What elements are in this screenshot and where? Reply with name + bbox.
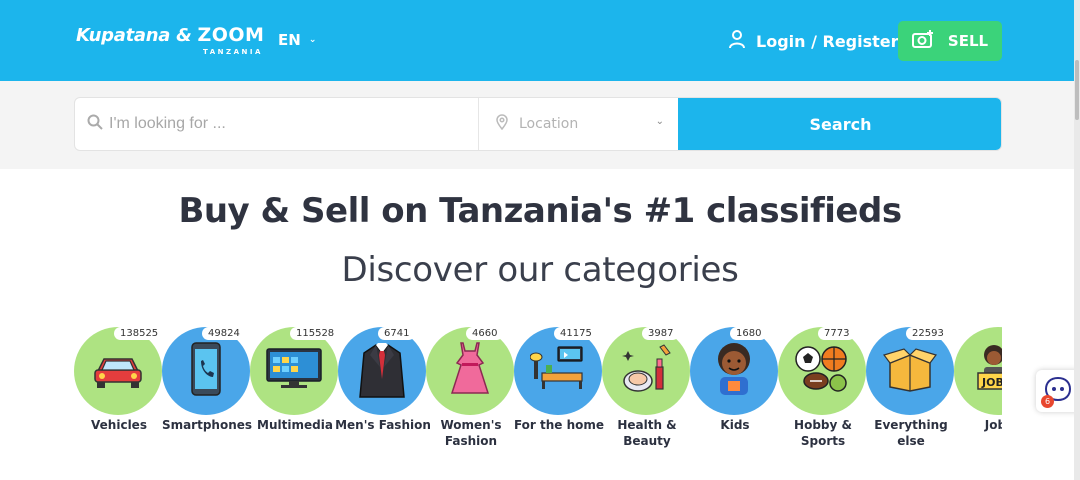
category-label: Kids [720,418,750,432]
category-circle [338,327,426,415]
search-band: Location ⌄ Search [0,81,1080,169]
child-icon [710,341,758,401]
top-bar: Kupatana & ZOOM TANZANIA EN ⌄ Login / Re… [0,0,1080,81]
brand-name-kupatana: Kupatana [76,25,171,46]
scrollbar-thumb[interactable] [1075,60,1079,120]
home-furniture-icon [529,345,586,397]
job-sign-icon: JOB [974,341,1002,401]
query-field[interactable] [75,98,479,150]
camera-plus-icon [911,29,934,53]
category-circle [250,327,338,415]
page-headline: Buy & Sell on Tanzania's #1 classifieds [178,191,902,231]
category-label: Health & Beauty [617,418,677,448]
suit-icon [358,339,406,403]
category-circle [690,327,778,415]
category-label: For the home [513,418,605,432]
listing-count-badge: 49824 [202,327,246,340]
search-box: Location ⌄ Search [74,97,1002,151]
sell-button[interactable]: SELL [898,21,1002,61]
smartphone-icon [186,341,226,401]
location-placeholder: Location [519,116,579,132]
listing-count-badge: 3987 [642,327,680,340]
category-circle: JOB [954,327,1002,415]
category-label: Jobs [984,418,1002,432]
page-subheadline: Discover our categories [341,250,739,290]
search-input[interactable] [109,115,469,133]
category-label: Smartphones [161,418,253,432]
login-register-label: Login / Register [756,31,899,51]
user-icon [728,29,746,53]
listing-count-badge: 4660 [466,327,504,340]
listing-count-badge: 115528 [290,327,341,340]
listing-count-badge: 7773 [818,327,856,340]
svg-text:JOB: JOB [981,376,1002,389]
category-label: Multimedia [257,418,333,432]
category-label: Men's Fashion [335,418,431,432]
category-circle [514,327,602,415]
brand-logo[interactable]: Kupatana & ZOOM [76,24,264,46]
category-circle [866,327,954,415]
listing-count-badge: 1680 [730,327,768,340]
location-select[interactable]: Location ⌄ [479,98,678,150]
location-pin-icon [495,114,509,134]
dress-icon [450,341,490,401]
category-carousel: 138525 Vehicles 49824 Smartphones 115528… [74,327,1002,477]
category-circle [162,327,250,415]
tv-icon [265,347,323,395]
language-label: EN [278,31,301,49]
listing-count-badge: 138525 [114,327,165,340]
cosmetics-icon [620,343,672,399]
category-label: Hobby & Sports [794,418,852,448]
chevron-down-icon: ⌄ [655,116,664,127]
login-register-link[interactable]: Login / Register [728,29,899,53]
search-button[interactable]: Search [678,98,1001,150]
category-label: Vehicles [91,418,147,432]
search-icon [87,114,103,134]
sports-balls-icon [794,343,850,399]
category-circle [602,327,690,415]
sell-label: SELL [947,32,989,50]
listing-count-badge: 22593 [906,327,950,340]
brand-name-zoom: ZOOM [197,24,265,46]
category-circle [426,327,514,415]
box-icon [882,345,938,397]
category-label: Women's Fashion [440,418,502,448]
chevron-down-icon: ⌄ [308,35,317,45]
listing-count-badge: 41175 [554,327,598,340]
language-selector[interactable]: EN ⌄ [278,31,316,49]
chat-notification-badge: 6 [1041,395,1054,408]
brand-ampersand: & [170,25,198,46]
category-label: Everything else [874,418,948,448]
category-circle [778,327,866,415]
category-circle [74,327,162,415]
car-icon [92,349,144,393]
listing-count-badge: 6741 [378,327,416,340]
brand-subtitle: TANZANIA [203,48,263,56]
